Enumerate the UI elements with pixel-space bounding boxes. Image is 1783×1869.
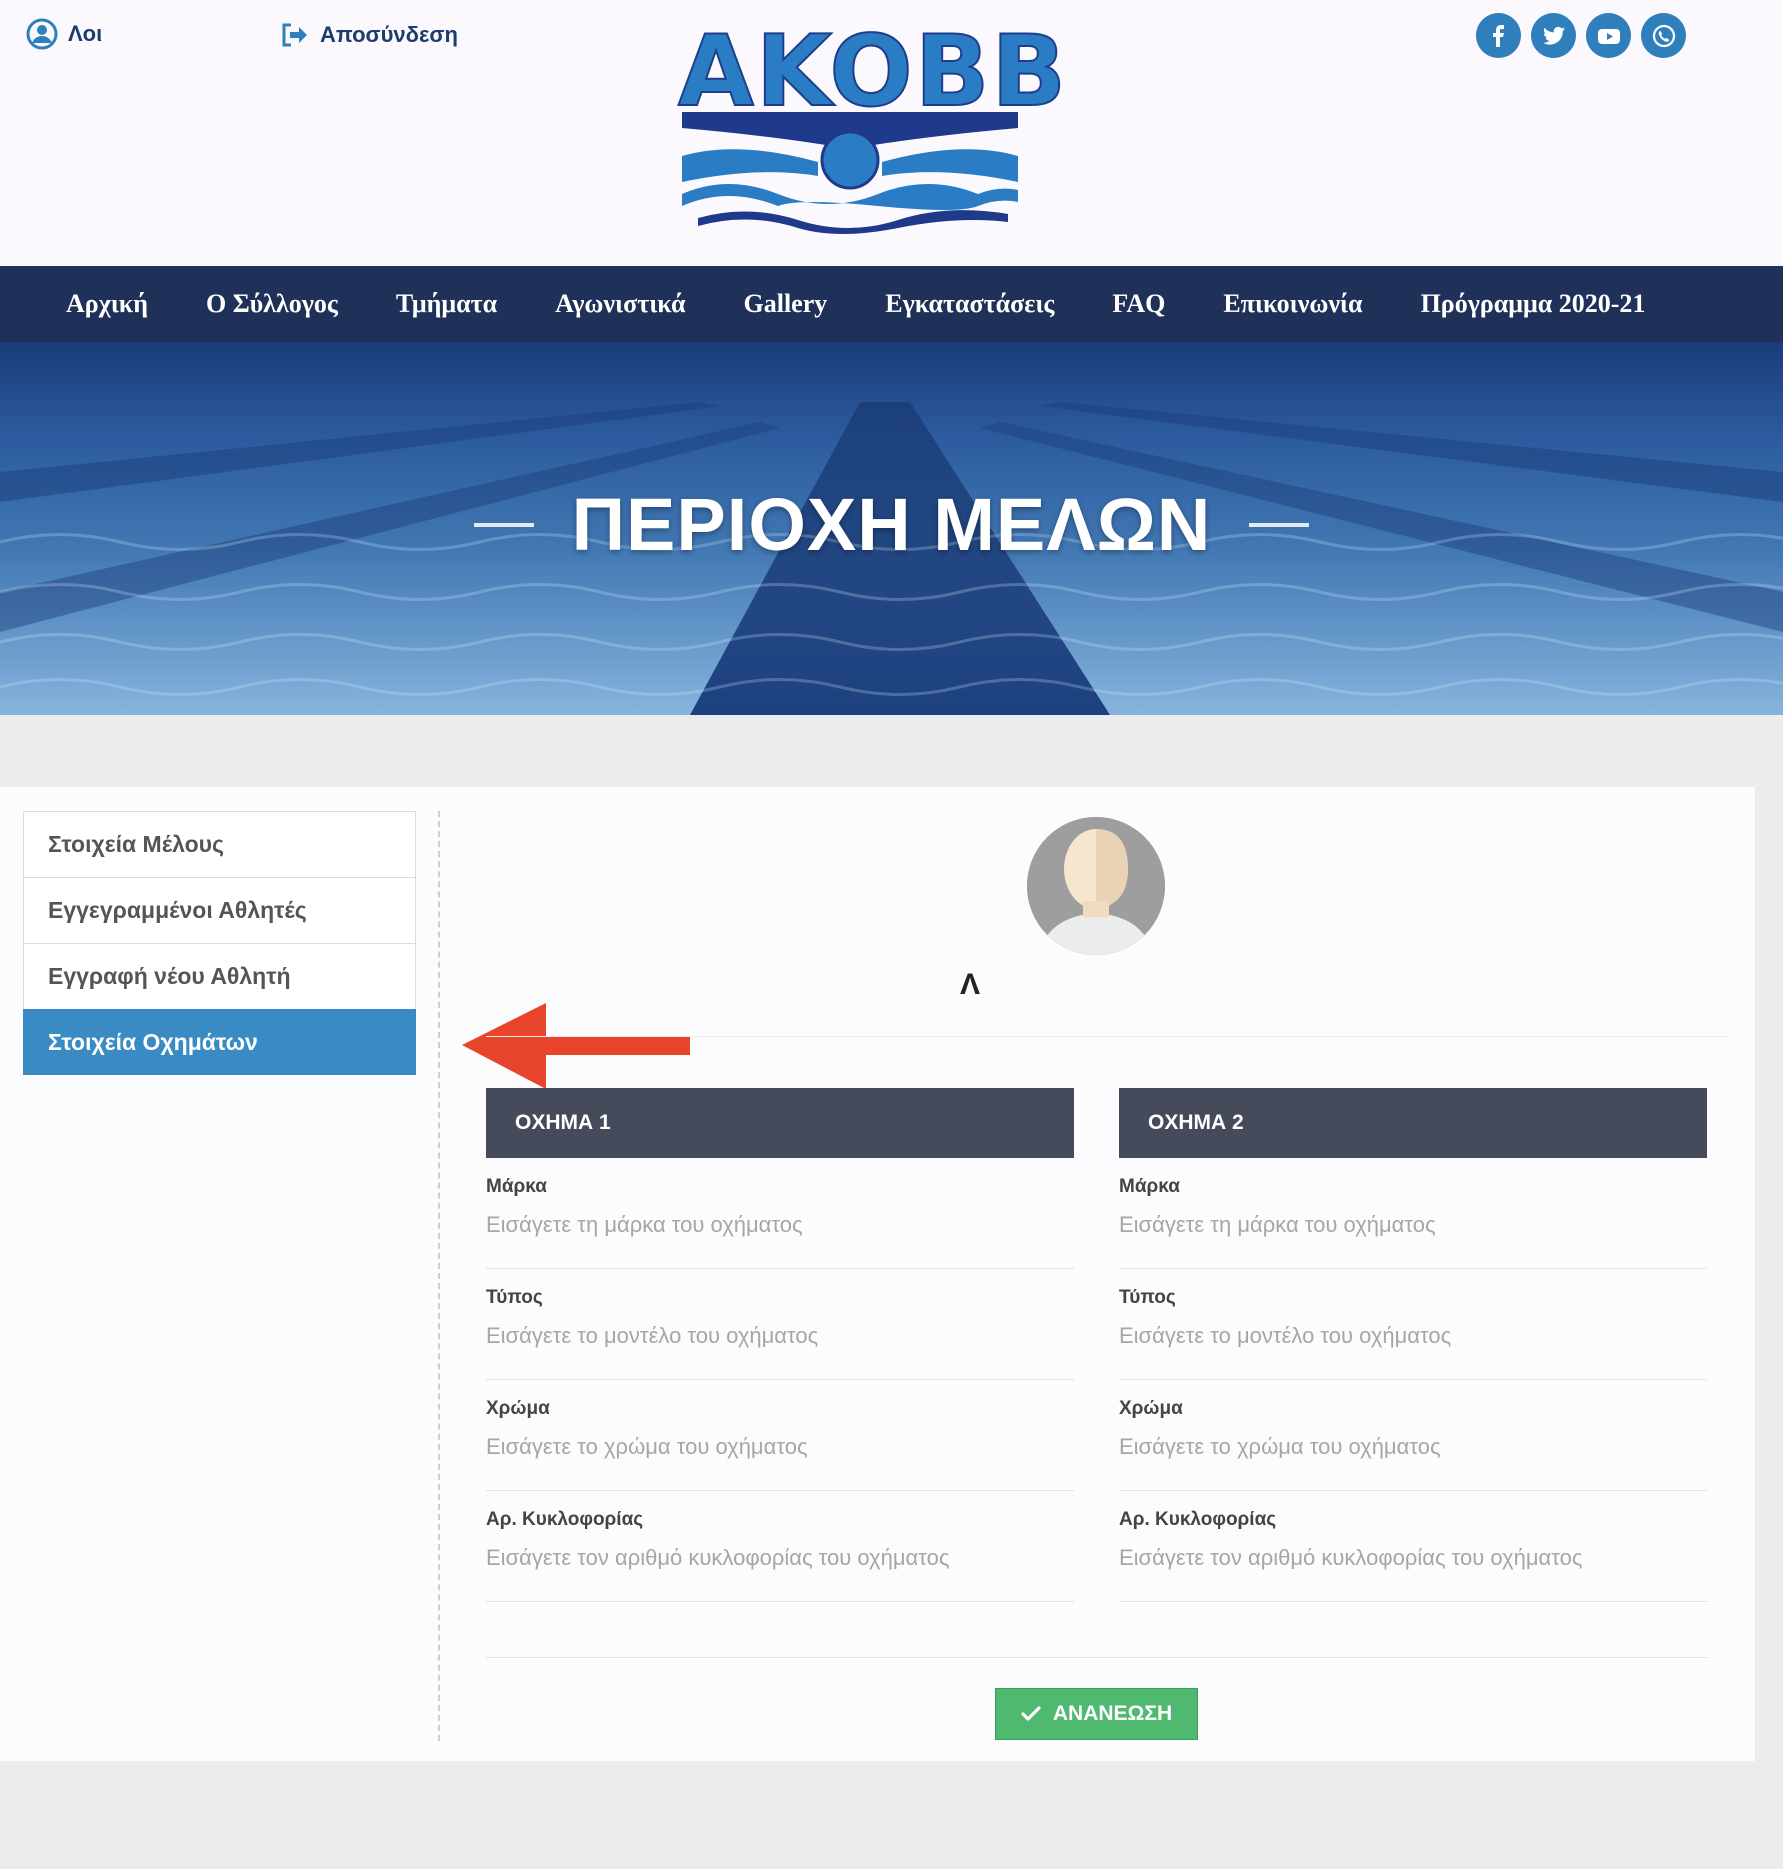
vehicle-2-brand-input[interactable] xyxy=(1119,1208,1707,1242)
color-label: Χρώμα xyxy=(486,1398,550,1419)
club-logo[interactable]: AKOBB xyxy=(677,15,1069,242)
hero-dash-left xyxy=(473,522,534,527)
vehicle-2-type-field: Τύπος xyxy=(1119,1269,1707,1380)
logout-label: Αποσύνδεση xyxy=(320,22,458,47)
plate-label: Αρ. Κυκλοφορίας xyxy=(486,1509,644,1530)
nav-item-contact[interactable]: Επικοινωνία xyxy=(1223,289,1362,319)
vehicle-2-header: ΟΧΗΜΑ 2 xyxy=(1119,1088,1707,1158)
nav-item-departments[interactable]: Τμήματα xyxy=(396,289,497,319)
logout-link[interactable]: Αποσύνδεση xyxy=(280,22,458,48)
nav-item-gallery[interactable]: Gallery xyxy=(744,289,828,319)
update-button-label: ΑΝΑΝΕΩΣΗ xyxy=(1052,1702,1173,1725)
red-pointer-arrow-icon xyxy=(462,1003,690,1089)
vehicle-1-plate-field: Αρ. Κυκλοφορίας xyxy=(486,1491,1074,1602)
member-sidebar-menu: Στοιχεία Μέλους Εγγεγραμμένοι Αθλητές Εγ… xyxy=(23,811,416,1075)
sidebar-divider xyxy=(438,811,440,1741)
type-label: Τύπος xyxy=(1119,1287,1176,1308)
member-name: Λ xyxy=(960,968,981,1001)
vehicle-1-type-field: Τύπος xyxy=(486,1269,1074,1380)
checkmark-icon xyxy=(1021,1706,1041,1721)
nav-item-schedule[interactable]: Πρόγραμμα 2020-21 xyxy=(1421,289,1646,319)
vehicle-2-plate-field: Αρ. Κυκλοφορίας xyxy=(1119,1491,1707,1602)
brand-label: Μάρκα xyxy=(486,1176,547,1197)
hero-title-wrap: ΠΕΡΙΟΧΗ ΜΕΛΩΝ xyxy=(0,482,1783,567)
update-button[interactable]: ΑΝΑΝΕΩΣΗ xyxy=(995,1688,1198,1740)
vehicle-2-brand-field: Μάρκα xyxy=(1119,1158,1707,1269)
vehicle-2-color-field: Χρώμα xyxy=(1119,1380,1707,1491)
social-links xyxy=(1476,13,1686,58)
brand-label: Μάρκα xyxy=(1119,1176,1180,1197)
plate-label: Αρ. Κυκλοφορίας xyxy=(1119,1509,1277,1530)
vehicle-2-color-input[interactable] xyxy=(1119,1430,1707,1464)
sidebar-item-vehicle-info[interactable]: Στοιχεία Οχημάτων xyxy=(23,1009,416,1075)
vehicle-2-plate-input[interactable] xyxy=(1119,1541,1707,1575)
user-name-label: Λοι xyxy=(68,21,103,46)
nav-item-club[interactable]: Ο Σύλλογος xyxy=(206,289,338,319)
main-nav: Αρχική Ο Σύλλογος Τμήματα Αγωνιστικά Gal… xyxy=(0,266,1783,342)
top-bar: Λοι Αποσύνδεση AKOBB xyxy=(0,0,1783,266)
user-account-link[interactable]: Λοι xyxy=(26,18,102,50)
form-bottom-separator xyxy=(486,1657,1708,1658)
swimmer-logo-graphic xyxy=(682,112,1018,234)
nav-item-faq[interactable]: FAQ xyxy=(1112,289,1165,319)
vehicle-1-form: ΟΧΗΜΑ 1 Μάρκα Τύπος Χρώμα Αρ. Κυκλοφορία… xyxy=(486,1088,1074,1602)
vehicle-2-form: ΟΧΗΜΑ 2 Μάρκα Τύπος Χρώμα Αρ. Κυκλοφορία… xyxy=(1119,1088,1707,1602)
profile-separator xyxy=(486,1036,1729,1037)
vehicle-1-type-input[interactable] xyxy=(486,1319,1074,1353)
color-label: Χρώμα xyxy=(1119,1398,1183,1419)
vehicle-1-header: ΟΧΗΜΑ 1 xyxy=(486,1088,1074,1158)
vehicle-1-color-input[interactable] xyxy=(486,1430,1074,1464)
sidebar-item-member-info[interactable]: Στοιχεία Μέλους xyxy=(23,811,416,877)
facebook-icon[interactable] xyxy=(1476,13,1521,58)
twitter-icon[interactable] xyxy=(1531,13,1576,58)
nav-item-facilities[interactable]: Εγκαταστάσεις xyxy=(885,289,1054,319)
sidebar-item-registered-athletes[interactable]: Εγγεγραμμένοι Αθλητές xyxy=(23,877,416,943)
logout-icon xyxy=(282,23,307,47)
default-avatar-icon xyxy=(1027,817,1165,955)
youtube-icon[interactable] xyxy=(1586,13,1631,58)
nav-item-home[interactable]: Αρχική xyxy=(66,289,148,319)
sidebar-item-register-athlete[interactable]: Εγγραφή νέου Αθλητή xyxy=(23,943,416,1009)
vehicle-1-color-field: Χρώμα xyxy=(486,1380,1074,1491)
type-label: Τύπος xyxy=(486,1287,543,1308)
vehicle-1-plate-input[interactable] xyxy=(486,1541,1074,1575)
vehicle-1-brand-input[interactable] xyxy=(486,1208,1074,1242)
logo-text: AKOBB xyxy=(677,15,1069,129)
hero-banner: ΠΕΡΙΟΧΗ ΜΕΛΩΝ xyxy=(0,342,1783,715)
page-title: ΠΕΡΙΟΧΗ ΜΕΛΩΝ xyxy=(571,483,1212,566)
user-icon xyxy=(26,18,58,50)
avatar xyxy=(1027,817,1165,955)
vehicle-1-brand-field: Μάρκα xyxy=(486,1158,1074,1269)
nav-item-competitive[interactable]: Αγωνιστικά xyxy=(555,289,685,319)
hero-dash-right xyxy=(1249,522,1310,527)
vehicle-2-type-input[interactable] xyxy=(1119,1319,1707,1353)
viber-icon[interactable] xyxy=(1641,13,1686,58)
